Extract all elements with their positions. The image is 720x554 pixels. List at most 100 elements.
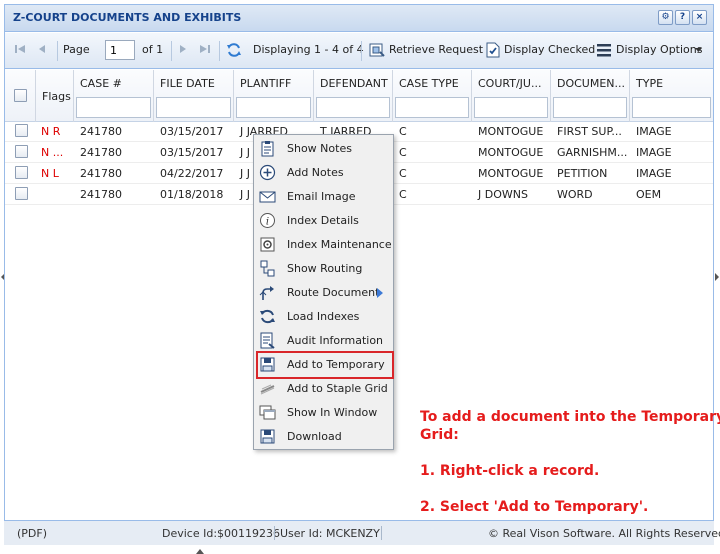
column-header-type[interactable]: TYPE: [630, 70, 713, 122]
status-bar: (PDF) Device Id:$00119236 User Id: MCKEN…: [4, 520, 720, 545]
filter-input-court[interactable]: [474, 97, 548, 118]
gear-icon[interactable]: ⚙: [658, 10, 673, 25]
notes-icon: [261, 141, 274, 157]
close-icon[interactable]: ×: [692, 10, 707, 25]
column-label: FILE DATE: [160, 77, 215, 90]
menu-item-show-in-window[interactable]: Show In Window: [254, 401, 393, 425]
grid-header: Flags CASE # FILE DATE PLANTIFF DEFENDAN…: [5, 70, 713, 122]
cell-court: MONTOGUE: [478, 146, 544, 159]
column-header-file-date[interactable]: FILE DATE: [154, 70, 234, 122]
first-page-icon[interactable]: [13, 42, 27, 56]
select-all-column: [5, 70, 36, 122]
panel-title: Z-COURT DOCUMENTS AND EXHIBITS: [13, 11, 242, 24]
cell-document: WORD: [557, 188, 593, 201]
menu-item-label: Index Details: [287, 214, 359, 227]
menu-item-route-document[interactable]: Route Document: [254, 281, 393, 305]
toolbar-separator: [219, 41, 220, 61]
collapse-right-icon[interactable]: [714, 268, 720, 286]
menu-item-index-maintenance[interactable]: Index Maintenance: [254, 233, 393, 257]
menu-item-show-notes[interactable]: Show Notes: [254, 137, 393, 161]
cell-court: MONTOGUE: [478, 167, 544, 180]
instructions-annotation: To add a document into the Temporary Gri…: [420, 408, 720, 516]
menu-item-load-indexes[interactable]: Load Indexes: [254, 305, 393, 329]
audit-icon: [260, 332, 275, 349]
menu-item-show-routing[interactable]: Show Routing: [254, 257, 393, 281]
menu-icon: [597, 44, 611, 57]
column-header-case-type[interactable]: CASE TYPE: [393, 70, 472, 122]
menu-item-label: Add to Staple Grid: [287, 382, 388, 395]
menu-item-label: Route Document: [287, 286, 380, 299]
menu-item-label: Show Routing: [287, 262, 363, 275]
menu-item-email-image[interactable]: Email Image: [254, 185, 393, 209]
menu-item-label: Load Indexes: [287, 310, 360, 323]
menu-item-audit-information[interactable]: Audit Information: [254, 329, 393, 353]
filter-input-document[interactable]: [553, 97, 627, 118]
cell-document: GARNISHM...: [557, 146, 628, 159]
menu-item-label: Add Notes: [287, 166, 344, 179]
menu-item-index-details[interactable]: i Index Details: [254, 209, 393, 233]
menu-item-add-notes[interactable]: Add Notes: [254, 161, 393, 185]
refresh-icon[interactable]: [226, 42, 242, 58]
highlight-box: [256, 351, 394, 379]
last-page-icon[interactable]: [198, 42, 212, 56]
column-header-court[interactable]: COURT/JU...: [472, 70, 551, 122]
chevron-down-icon: [695, 48, 702, 52]
cell-plaintiff: J J: [240, 188, 250, 201]
menu-item-label: Show Notes: [287, 142, 352, 155]
column-label: DEFENDANT: [320, 77, 388, 90]
column-header-case[interactable]: CASE #: [74, 70, 154, 122]
cell-case: 241780: [80, 146, 122, 159]
status-copyright: © Real Vison Software. All Rights Reserv…: [488, 527, 720, 540]
column-header-plaintiff[interactable]: PLANTIFF: [234, 70, 314, 122]
cell-document: FIRST SUP...: [557, 125, 622, 138]
column-header-defendant[interactable]: DEFENDANT: [314, 70, 393, 122]
page-label: Page: [63, 43, 90, 56]
cell-type: IMAGE: [636, 125, 672, 138]
filter-input-type[interactable]: [632, 97, 711, 118]
column-label: PLANTIFF: [240, 77, 292, 90]
filter-input-plaintiff[interactable]: [236, 97, 311, 118]
next-page-icon[interactable]: [176, 42, 190, 56]
instruction-step: 2. Select 'Add to Temporary'.: [420, 499, 649, 515]
instruction-line: Grid:: [420, 427, 459, 443]
menu-item-label: Show In Window: [287, 406, 378, 419]
row-checkbox[interactable]: [15, 166, 28, 179]
menu-item-add-to-staple-grid[interactable]: Add to Staple Grid: [254, 377, 393, 401]
collapse-down-icon[interactable]: [196, 548, 204, 554]
cell-file-date: 03/15/2017: [160, 125, 224, 138]
window-icon: [259, 405, 276, 420]
cell-case: 241780: [80, 167, 122, 180]
prev-page-icon[interactable]: [35, 42, 49, 56]
select-all-checkbox[interactable]: [14, 89, 27, 102]
filter-input-case-type[interactable]: [395, 97, 469, 118]
filter-input-file-date[interactable]: [156, 97, 231, 118]
menu-item-download[interactable]: Download: [254, 425, 393, 449]
column-header-document[interactable]: DOCUMEN...: [551, 70, 630, 122]
row-checkbox[interactable]: [15, 124, 28, 137]
help-icon[interactable]: ?: [675, 10, 690, 25]
filter-input-case[interactable]: [76, 97, 151, 118]
add-icon: [259, 164, 276, 181]
page-number-input[interactable]: [105, 40, 135, 60]
cell-plaintiff: J J: [240, 146, 250, 159]
display-checked-label: Display Checked: [504, 43, 596, 56]
cell-case: 241780: [80, 125, 122, 138]
download-icon: [260, 429, 275, 444]
row-flags: N R: [41, 125, 61, 138]
row-checkbox[interactable]: [15, 145, 28, 158]
row-flags: N ...: [41, 146, 64, 159]
status-user-id: User Id: MCKENZY: [280, 527, 380, 540]
row-checkbox[interactable]: [15, 187, 28, 200]
maintenance-icon: [260, 237, 275, 252]
refresh-icon: [260, 309, 275, 324]
column-header-flags[interactable]: Flags: [36, 70, 74, 122]
status-format: (PDF): [17, 527, 48, 540]
status-separator: [381, 526, 382, 540]
panel-header: Z-COURT DOCUMENTS AND EXHIBITS ⚙ ? ×: [5, 5, 713, 32]
status-device-id: Device Id:$00119236: [162, 527, 281, 540]
filter-input-defendant[interactable]: [316, 97, 390, 118]
cell-court: MONTOGUE: [478, 125, 544, 138]
submenu-arrow-icon: [377, 288, 383, 298]
toolbar-separator: [361, 41, 362, 61]
column-label: Flags: [42, 90, 71, 103]
